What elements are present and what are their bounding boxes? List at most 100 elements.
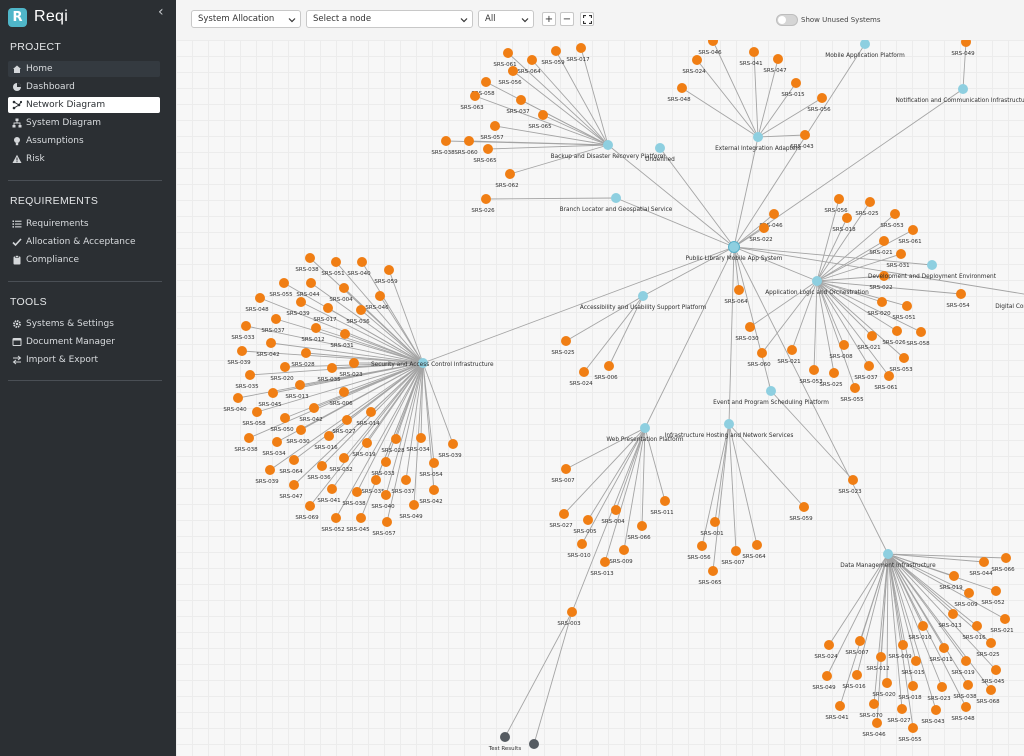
requirement-node[interactable]: [908, 225, 918, 235]
requirement-node[interactable]: [339, 387, 349, 397]
requirement-node[interactable]: [561, 336, 571, 346]
requirement-node[interactable]: [692, 55, 702, 65]
requirement-node[interactable]: [939, 643, 949, 653]
requirement-node[interactable]: [961, 702, 971, 712]
requirement-node[interactable]: [791, 78, 801, 88]
requirement-node[interactable]: [911, 656, 921, 666]
requirement-node[interactable]: [559, 509, 569, 519]
requirement-node[interactable]: [961, 40, 971, 47]
network-graph[interactable]: SRS-061SRS-064SRS-059 SRS-017SRS-056SRS-0…: [176, 40, 1024, 756]
system-node[interactable]: [655, 143, 665, 153]
requirement-node[interactable]: [551, 46, 561, 56]
sidebar-item-home[interactable]: Home: [8, 61, 160, 77]
sidebar-item-requirements[interactable]: Requirements: [8, 216, 160, 232]
requirement-node[interactable]: [852, 670, 862, 680]
view-mode-select[interactable]: System Allocation: [191, 10, 301, 28]
requirement-node[interactable]: [734, 285, 744, 295]
requirement-node[interactable]: [280, 413, 290, 423]
requirement-node[interactable]: [311, 323, 321, 333]
requirement-node[interactable]: [749, 47, 759, 57]
system-node[interactable]: [603, 140, 613, 150]
requirement-node[interactable]: [855, 636, 865, 646]
requirement-node[interactable]: [769, 209, 779, 219]
requirement-node[interactable]: [882, 678, 892, 688]
sidebar-item-import-export[interactable]: Import & Export: [8, 352, 160, 368]
sidebar-item-document-manager[interactable]: Document Manager: [8, 334, 160, 350]
requirement-node[interactable]: [835, 701, 845, 711]
system-node[interactable]: [728, 241, 740, 253]
requirement-node[interactable]: [931, 705, 941, 715]
requirement-node[interactable]: [708, 566, 718, 576]
requirement-node[interactable]: [892, 326, 902, 336]
requirement-node[interactable]: [272, 437, 282, 447]
requirement-node[interactable]: [339, 453, 349, 463]
requirement-node[interactable]: [731, 546, 741, 556]
requirement-node[interactable]: [324, 431, 334, 441]
requirement-node[interactable]: [972, 621, 982, 631]
requirement-node[interactable]: [342, 415, 352, 425]
requirement-node[interactable]: [470, 91, 480, 101]
requirement-node[interactable]: [505, 169, 515, 179]
requirement-node[interactable]: [375, 291, 385, 301]
requirement-node[interactable]: [898, 640, 908, 650]
requirement-node[interactable]: [327, 484, 337, 494]
system-node[interactable]: [883, 549, 893, 559]
requirement-node[interactable]: [799, 502, 809, 512]
requirement-node[interactable]: [237, 346, 247, 356]
requirement-node[interactable]: [429, 485, 439, 495]
sidebar-item-system-diagram[interactable]: System Diagram: [8, 115, 160, 131]
test-result-node[interactable]: [529, 739, 539, 749]
zoom-out-button[interactable]: −: [560, 12, 574, 26]
requirement-node[interactable]: [391, 434, 401, 444]
requirement-node[interactable]: [301, 348, 311, 358]
requirement-node[interactable]: [839, 340, 849, 350]
requirement-node[interactable]: [441, 136, 451, 146]
requirement-node[interactable]: [710, 517, 720, 527]
requirement-node[interactable]: [503, 48, 513, 58]
requirement-node[interactable]: [327, 363, 337, 373]
requirement-node[interactable]: [401, 475, 411, 485]
requirement-node[interactable]: [757, 348, 767, 358]
requirement-node[interactable]: [271, 314, 281, 324]
requirement-node[interactable]: [908, 723, 918, 733]
requirement-node[interactable]: [708, 40, 718, 46]
requirement-node[interactable]: [317, 461, 327, 471]
collapse-sidebar-icon[interactable]: ‹: [158, 4, 164, 20]
requirement-node[interactable]: [366, 407, 376, 417]
requirement-node[interactable]: [289, 455, 299, 465]
requirement-node[interactable]: [619, 545, 629, 555]
system-node[interactable]: [724, 419, 734, 429]
requirement-node[interactable]: [579, 367, 589, 377]
requirement-node[interactable]: [305, 501, 315, 511]
requirement-node[interactable]: [464, 136, 474, 146]
requirement-node[interactable]: [1001, 553, 1011, 563]
requirement-node[interactable]: [822, 671, 832, 681]
requirement-node[interactable]: [296, 297, 306, 307]
requirement-node[interactable]: [340, 329, 350, 339]
brand[interactable]: R Reqi: [8, 6, 68, 28]
requirement-node[interactable]: [759, 223, 769, 233]
system-node[interactable]: [958, 84, 968, 94]
requirement-node[interactable]: [481, 77, 491, 87]
sidebar-item-assumptions[interactable]: Assumptions: [8, 133, 160, 149]
requirement-node[interactable]: [279, 278, 289, 288]
requirement-node[interactable]: [527, 55, 537, 65]
requirement-node[interactable]: [295, 380, 305, 390]
requirement-node[interactable]: [1000, 614, 1010, 624]
requirement-node[interactable]: [800, 130, 810, 140]
requirement-node[interactable]: [991, 665, 1001, 675]
requirement-node[interactable]: [604, 361, 614, 371]
system-node[interactable]: [812, 276, 822, 286]
requirement-node[interactable]: [567, 607, 577, 617]
requirement-node[interactable]: [382, 517, 392, 527]
requirement-node[interactable]: [964, 588, 974, 598]
requirement-node[interactable]: [280, 362, 290, 372]
requirement-node[interactable]: [352, 487, 362, 497]
requirement-node[interactable]: [306, 278, 316, 288]
requirement-node[interactable]: [809, 365, 819, 375]
requirement-node[interactable]: [331, 257, 341, 267]
requirement-node[interactable]: [323, 303, 333, 313]
system-node[interactable]: [611, 193, 621, 203]
requirement-node[interactable]: [660, 496, 670, 506]
requirement-node[interactable]: [697, 541, 707, 551]
